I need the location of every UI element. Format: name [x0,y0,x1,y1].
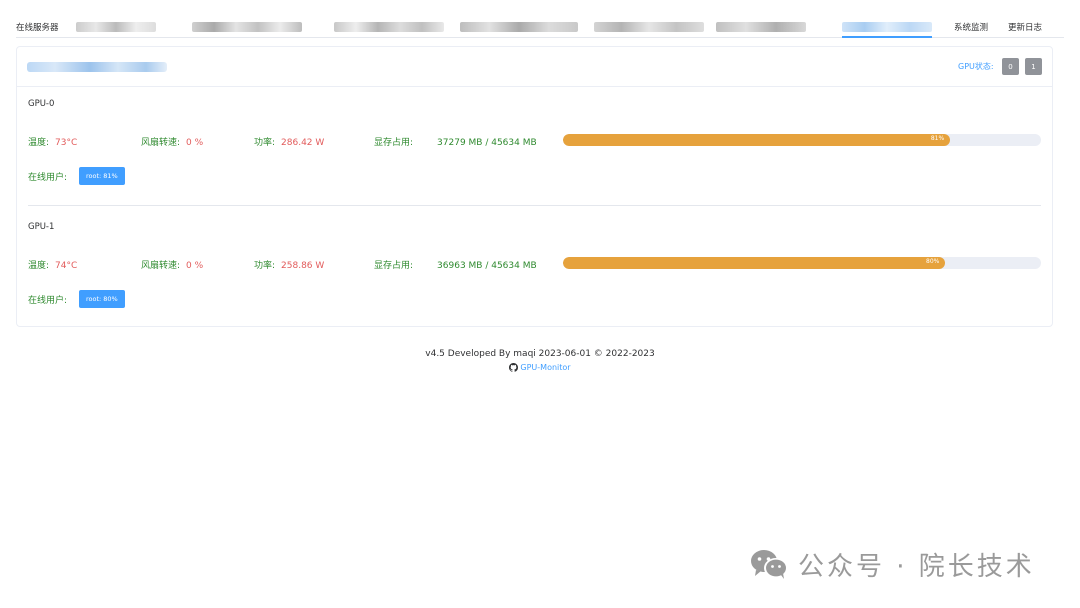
server-tab-5[interactable] [594,22,704,32]
wechat-icon [751,550,788,579]
active-tab-indicator [842,36,932,38]
power-label: 功率: [254,261,276,271]
user-tag[interactable]: root: 81% [79,167,125,185]
repo-link[interactable]: GPU-Monitor [0,363,1080,372]
footer-version: v4.5 Developed By maqi 2023-06-01 © 2022… [425,349,655,359]
server-tab-4[interactable] [460,22,578,32]
temp-value: 73°C [55,138,78,148]
server-tab-3[interactable] [334,22,444,32]
mem-label: 显存占用: [374,138,414,148]
memory-progress-bar: 80% [563,257,1041,269]
fan-label: 风扇转速: [141,138,181,148]
watermark-text: 公众号 · 院长技术 [798,551,1035,582]
gpu-fan: 风扇转速: 0 % [141,258,203,271]
server-tab-1[interactable] [76,22,156,32]
server-tab-active[interactable] [842,22,932,32]
nav-changelog[interactable]: 更新日志 [1008,21,1042,33]
memory-progress-label: 80% [926,258,940,265]
gpu-memory: 显存占用: 37279 MB / 45634 MB [374,135,537,148]
github-icon [509,363,519,372]
gpu-card: GPU状态: 0 1 GPU-0 温度: 73°C 风扇转速: 0 % 功率: 286… [16,46,1053,327]
gpu-status-button-0[interactable]: 0 [1002,58,1019,75]
server-tab-6[interactable] [716,22,806,32]
gpu-memory: 显存占用: 36963 MB / 45634 MB [374,258,537,271]
gpu-fan: 风扇转速: 0 % [141,135,203,148]
power-label: 功率: [254,138,276,148]
online-users-label: 在线用户: [28,173,68,183]
watermark: 公众号 · 院长技术 [750,546,1035,582]
gpu-divider [28,205,1041,206]
gpu-status-button-1[interactable]: 1 [1025,58,1042,75]
user-tag[interactable]: root: 80% [79,290,125,308]
memory-progress-label: 81% [930,135,945,142]
fan-label: 风扇转速: [141,261,181,271]
gpu-temp: 温度: 73°C [28,135,77,148]
nav-system-monitor[interactable]: 系统监测 [954,21,988,33]
top-nav: 在线服务器 系统监测 更新日志 [16,0,1064,38]
gpu-status-label: GPU状态: [958,62,994,71]
online-users-label: 在线用户: [28,296,68,306]
gpu-title: GPU-0 [28,99,55,109]
gpu-title: GPU-1 [28,222,55,232]
fan-value: 0 % [186,138,204,148]
memory-progress-fill: 81% [563,134,951,146]
mem-value: 36963 MB / 45634 MB [437,261,537,271]
gpu-power: 功率: 258.86 W [254,258,324,271]
temp-label: 温度: [28,261,50,271]
memory-progress-fill: 80% [563,257,946,269]
power-value: 286.42 W [281,138,325,148]
mem-value: 37279 MB / 45634 MB [437,138,537,148]
fan-value: 0 % [186,261,204,271]
gpu-temp: 温度: 74°C [28,258,77,271]
temp-label: 温度: [28,138,50,148]
card-header: GPU状态: 0 1 [17,47,1052,87]
power-value: 258.86 W [281,261,325,271]
repo-link-label: GPU-Monitor [520,363,571,372]
temp-value: 74°C [55,261,78,271]
server-tab-2[interactable] [192,22,302,32]
gpu-power: 功率: 286.42 W [254,135,324,148]
memory-progress-bar: 81% [563,134,1041,146]
online-servers-label: 在线服务器 [16,23,59,33]
server-name [27,62,167,72]
mem-label: 显存占用: [374,261,414,271]
